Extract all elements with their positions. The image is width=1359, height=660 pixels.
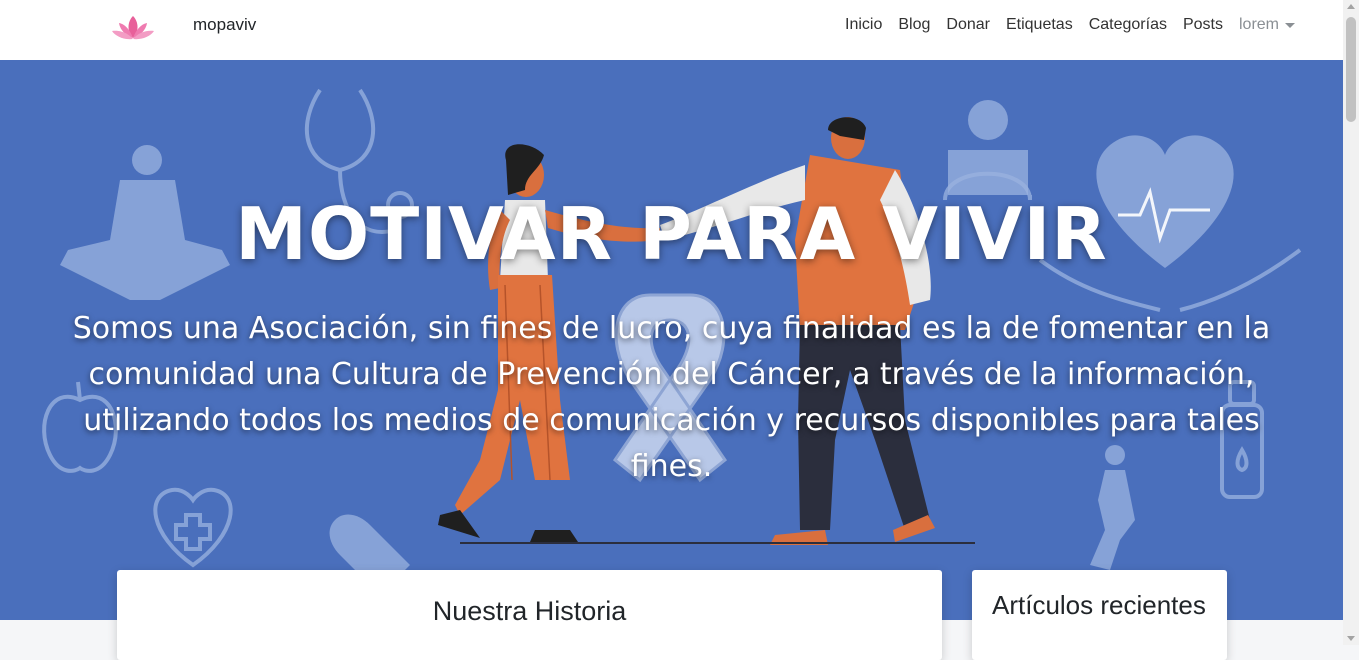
scroll-thumb[interactable]	[1346, 17, 1356, 122]
nav-link-posts[interactable]: Posts	[1183, 16, 1223, 34]
top-navbar: mopaviv Inicio Blog Donar Etiquetas Cate…	[0, 0, 1343, 60]
history-card-title: Nuestra Historia	[432, 596, 627, 626]
user-menu-dropdown[interactable]: lorem	[1239, 16, 1295, 34]
scroll-up-icon[interactable]	[1347, 4, 1355, 9]
lotus-icon[interactable]	[110, 12, 156, 44]
nav-link-etiquetas[interactable]: Etiquetas	[1006, 16, 1073, 34]
brand-name[interactable]: mopaviv	[193, 15, 256, 35]
recent-articles-card: Artículos recientes	[972, 570, 1227, 660]
scroll-down-icon[interactable]	[1347, 636, 1355, 641]
heart-cross-icon	[153, 487, 233, 568]
nav-link-donar[interactable]: Donar	[946, 16, 990, 34]
nav-link-blog[interactable]: Blog	[898, 16, 930, 34]
user-menu-label: lorem	[1238, 16, 1279, 33]
history-card: Nuestra Historia	[117, 570, 942, 660]
recent-articles-title: Artículos recientes	[992, 590, 1206, 620]
hero-title: MOTIVAR PARA VIVIR	[235, 192, 1108, 276]
nav-link-inicio[interactable]: Inicio	[845, 16, 882, 34]
yoga-figure-icon	[132, 145, 162, 175]
nav-link-categorias[interactable]: Categorías	[1089, 16, 1167, 34]
page-scrollbar[interactable]	[1343, 0, 1359, 645]
caret-down-icon	[1285, 22, 1295, 28]
hero-banner: MOTIVAR PARA VIVIR Somos una Asociación,…	[0, 60, 1343, 620]
main-nav: Inicio Blog Donar Etiquetas Categorías P…	[845, 16, 1295, 34]
stethoscope-icon	[305, 88, 375, 173]
hero-description: Somos una Asociación, sin fines de lucro…	[72, 311, 1271, 484]
